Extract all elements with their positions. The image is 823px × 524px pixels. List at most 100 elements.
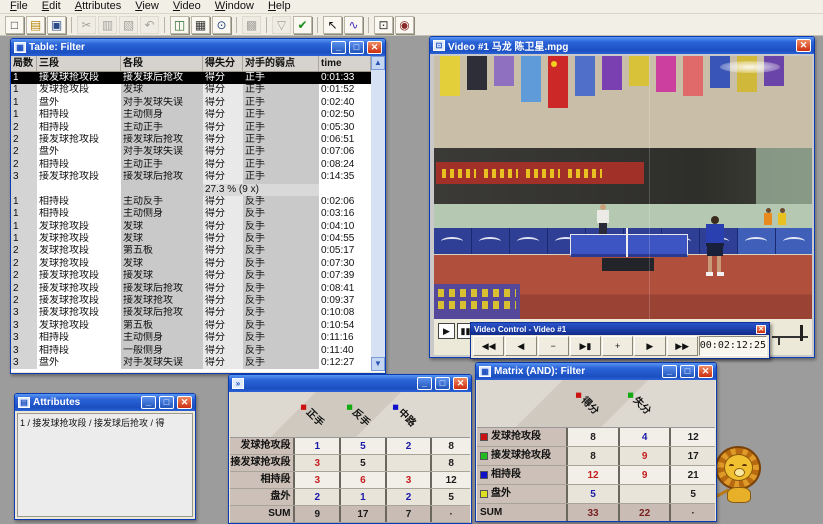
new-file-icon[interactable]: □ xyxy=(5,16,24,34)
menu-video[interactable]: Video xyxy=(166,0,208,13)
step-back-button[interactable]: ◀ xyxy=(505,336,536,356)
minimize-button[interactable]: _ xyxy=(331,41,346,54)
barrier-panel xyxy=(472,228,510,254)
grid-icon: ▩ xyxy=(242,16,261,34)
matrix-close-button[interactable]: ✕ xyxy=(453,377,468,390)
filmstrip-icon[interactable]: ▦ xyxy=(191,16,210,34)
table-row[interactable]: 3相持段一般侧身得分反手0:11:40 xyxy=(11,345,385,357)
matrix-value-cell: 4 xyxy=(618,428,670,446)
lion-eye xyxy=(729,464,734,468)
table-row[interactable]: 2发球抢攻段第五板得分反手0:05:17 xyxy=(11,245,385,257)
table-row[interactable]: 2接发球抢攻段接发球后抢攻得分正手0:06:51 xyxy=(11,134,385,146)
table-row[interactable]: 2相持段主动正手得分正手0:08:24 xyxy=(11,159,385,171)
table-row[interactable]: 2发球抢攻段发球得分反手0:07:30 xyxy=(11,258,385,270)
video-control-titlebar[interactable]: Video Control - Video #1 ✕ xyxy=(471,323,769,335)
monitor-icon[interactable]: ⊡ xyxy=(374,16,393,34)
matrix-and-close-button[interactable]: ✕ xyxy=(698,365,713,378)
scroll-down-icon[interactable]: ▼ xyxy=(371,357,385,371)
table-row[interactable]: 1发球抢攻段发球得分反手0:04:55 xyxy=(11,233,385,245)
matrix-row-label: 发球抢攻段 xyxy=(230,438,293,454)
matrix-row: 接发球抢攻段358 xyxy=(230,455,470,472)
rewind-button[interactable]: ◀◀ xyxy=(473,336,504,356)
column-header-4[interactable]: 对手的弱点 xyxy=(243,56,319,71)
column-header-1[interactable]: 三段 xyxy=(37,56,121,71)
table-row[interactable]: 3接发球抢攻段接发球后抢攻得分正手0:14:35 xyxy=(11,171,385,183)
menu-window[interactable]: Window xyxy=(208,0,261,13)
table-row[interactable]: 1盘外对手发球失误得分正手0:02:40 xyxy=(11,97,385,109)
wall-panel xyxy=(756,148,812,204)
step-forward-button[interactable]: ▶ xyxy=(634,336,665,356)
table-row[interactable]: 2接发球抢攻段接发球抢攻得分反手0:09:37 xyxy=(11,295,385,307)
table-row[interactable]: 2盘外对手发球失误得分正手0:07:06 xyxy=(11,146,385,158)
attributes-close-button[interactable]: ✕ xyxy=(177,396,192,409)
table-row[interactable]: 3发球抢攻段第五板得分反手0:10:54 xyxy=(11,320,385,332)
seek-slider-handle[interactable] xyxy=(800,325,803,341)
menu-help[interactable]: Help xyxy=(261,0,298,13)
matrix-row-label: 接发球抢攻段 xyxy=(230,455,293,471)
video-titlebar[interactable]: ⊡ Video #1 马龙 陈卫星.mpg ✕ xyxy=(430,37,814,54)
hanging-flag xyxy=(575,56,595,96)
menu-edit[interactable]: Edit xyxy=(35,0,68,13)
header-diamond-icon: ◆ xyxy=(573,389,585,401)
official-figure xyxy=(764,208,772,230)
table-row[interactable]: 1相持段主动反手得分反手0:02:06 xyxy=(11,196,385,208)
table-row[interactable]: 3盘外对手发球失误得分反手0:12:27 xyxy=(11,357,385,369)
toolbar-separator xyxy=(368,17,369,33)
table-row[interactable]: 1发球抢攻段发球得分反手0:04:10 xyxy=(11,221,385,233)
fast-forward-button[interactable]: ▶▶ xyxy=(667,336,698,356)
wave-icon[interactable]: ∿ xyxy=(344,16,363,34)
table-row[interactable]: 2接发球抢攻段接发球后抢攻得分反手0:08:41 xyxy=(11,283,385,295)
matrix-sum-cell: 5 xyxy=(669,485,715,503)
column-header-5[interactable]: time xyxy=(319,56,371,71)
lion-muzzle xyxy=(734,468,745,477)
play-icon[interactable]: ▶ xyxy=(438,323,455,339)
table-scrollbar[interactable]: ▲ ▼ xyxy=(371,56,385,371)
table-row[interactable]: 1相持段主动侧身得分反手0:03:16 xyxy=(11,208,385,220)
matrix-titlebar[interactable]: » _ □ ✕ xyxy=(229,375,471,392)
table-row[interactable]: 1发球抢攻段发球得分正手0:01:52 xyxy=(11,84,385,96)
matrix-value-cell: 3 xyxy=(293,455,339,471)
lion-mascot[interactable] xyxy=(712,446,766,506)
menu-attributes[interactable]: Attributes xyxy=(68,0,128,13)
attributes-titlebar[interactable]: ▤ Attributes _ □ ✕ xyxy=(15,394,195,411)
play-pause-button[interactable]: ▶▮ xyxy=(570,336,601,356)
matrix-minimize-button[interactable]: _ xyxy=(417,377,432,390)
timer-icon[interactable]: ⊙ xyxy=(212,16,231,34)
matrix-value-cell: 3 xyxy=(293,472,339,488)
table-row[interactable]: 2相持段主动正手得分正手0:05:30 xyxy=(11,122,385,134)
scroll-up-icon[interactable]: ▲ xyxy=(371,56,385,70)
maximize-button[interactable]: □ xyxy=(349,41,364,54)
video-control-close-icon[interactable]: ✕ xyxy=(756,325,766,334)
matrix-and-titlebar[interactable]: ▦ Matrix (AND): Filter _ □ ✕ xyxy=(476,363,716,380)
column-header-0[interactable]: 局数 xyxy=(11,56,37,71)
close-button[interactable]: ✕ xyxy=(367,41,382,54)
table-row[interactable]: 3相持段主动侧身得分反手0:11:16 xyxy=(11,332,385,344)
attributes-window: ▤ Attributes _ □ ✕ 1 / 接发球抢攻段 / 接发球后抢攻 /… xyxy=(14,393,196,520)
cursor-icon[interactable]: ↖ xyxy=(323,16,342,34)
save-icon[interactable]: ▣ xyxy=(47,16,66,34)
check-icon[interactable]: ✔ xyxy=(293,16,312,34)
matrix-and-minimize-button[interactable]: _ xyxy=(662,365,677,378)
minus-button[interactable]: − xyxy=(538,336,569,356)
column-header-2[interactable]: 各段 xyxy=(121,56,203,71)
matrix-maximize-button[interactable]: □ xyxy=(435,377,450,390)
menu-view[interactable]: View xyxy=(128,0,166,13)
clip-icon[interactable]: ◫ xyxy=(170,16,189,34)
camera-icon[interactable]: ◉ xyxy=(395,16,414,34)
plus-button[interactable]: + xyxy=(602,336,633,356)
attributes-entry[interactable]: 1 / 接发球抢攻段 / 接发球后抢攻 / 得 xyxy=(17,413,193,517)
matrix-value-cell: 2 xyxy=(385,489,431,505)
attributes-minimize-button[interactable]: _ xyxy=(141,396,156,409)
open-folder-icon[interactable]: ▤ xyxy=(26,16,45,34)
video-close-button[interactable]: ✕ xyxy=(796,39,811,52)
table-row[interactable]: 1接发球抢攻段接发球后抢攻得分正手0:01:33 xyxy=(11,72,385,84)
column-header-3[interactable]: 得失分 xyxy=(203,56,243,71)
table-row[interactable]: 2接发球抢攻段接发球得分反手0:07:39 xyxy=(11,270,385,282)
table-filter-titlebar[interactable]: ▦ Table: Filter _ □ ✕ xyxy=(11,39,385,56)
matrix-value-cell: 12 xyxy=(566,466,618,484)
table-row[interactable]: 3接发球抢攻段接发球后抢攻得分反手0:10:08 xyxy=(11,307,385,319)
matrix-and-maximize-button[interactable]: □ xyxy=(680,365,695,378)
table-row[interactable]: 1相持段主动侧身得分正手0:02:50 xyxy=(11,109,385,121)
attributes-maximize-button[interactable]: □ xyxy=(159,396,174,409)
menu-file[interactable]: File xyxy=(3,0,35,13)
